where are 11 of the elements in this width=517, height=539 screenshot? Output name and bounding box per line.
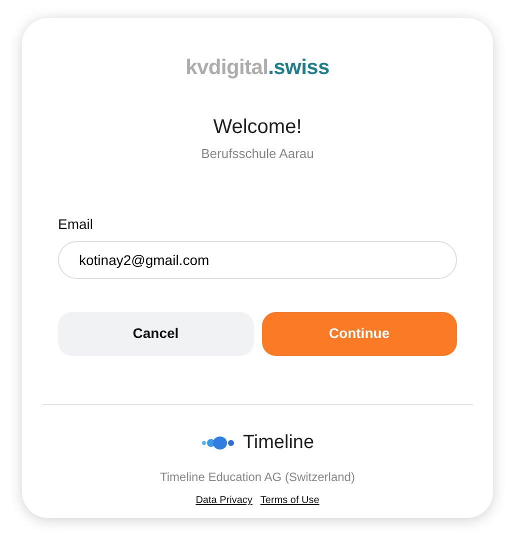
timeline-logo-icon [200,436,235,450]
company-name: Timeline Education AG (Switzerland) [160,470,355,484]
cancel-button[interactable]: Cancel [58,312,254,356]
email-field[interactable]: kotinay2@gmail.com [58,240,457,278]
email-label: Email [58,214,94,234]
brand-name: Timeline [242,430,314,454]
school-name: Berufsschule Aarau [201,144,314,162]
welcome-title: Welcome! [213,114,302,140]
footer-link[interactable]: Data Privacy [196,493,252,508]
footer-link[interactable]: Terms of Use [260,493,320,508]
logo: kvdigital.swiss [186,56,330,79]
